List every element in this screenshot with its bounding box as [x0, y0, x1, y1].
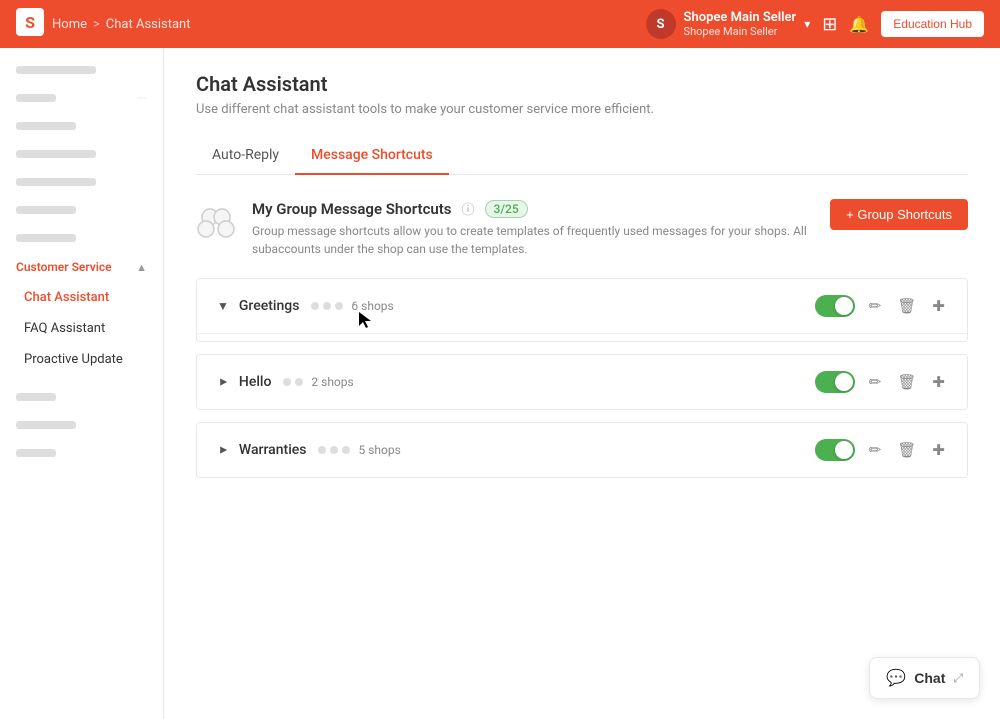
sidebar-item-faq-assistant[interactable]: FAQ Assistant [0, 313, 163, 344]
sidebar-item-8[interactable] [0, 383, 163, 411]
hello-actions: ✏ 🗑 ✚ [815, 371, 947, 393]
section-info: My Group Message Shortcuts ⓘ 3/25 Group … [252, 199, 814, 258]
section-title: My Group Message Shortcuts [252, 200, 452, 218]
greetings-actions: ✏ 🗑 ✚ [815, 295, 947, 317]
warranties-name: Warranties [239, 442, 307, 458]
warranties-dots [318, 446, 350, 454]
greetings-edit-icon[interactable]: ✏ [867, 295, 884, 317]
breadcrumb-current: Chat Assistant [106, 17, 191, 32]
shortcut-group-greetings: ▼ Greetings 6 shops [196, 278, 968, 342]
breadcrumb-home[interactable]: Home [52, 17, 87, 32]
sidebar-item-2[interactable] [0, 84, 163, 112]
breadcrumb-separator: > [93, 17, 100, 32]
warranties-add-icon[interactable]: ✚ [930, 439, 947, 461]
seller-info[interactable]: S Shopee Main Seller Shopee Main Seller … [646, 9, 811, 39]
hello-delete-icon[interactable]: 🗑 [895, 371, 918, 393]
sidebar-item-proactive-update[interactable]: Proactive Update [0, 344, 163, 375]
shortcut-group-warranties: ▼ Warranties 5 shops [196, 422, 968, 478]
main-layout: Customer Service ▲ Chat Assistant FAQ As… [0, 0, 1000, 719]
seller-chevron-icon: ▾ [804, 17, 810, 31]
greetings-toggle[interactable] [815, 295, 855, 317]
shortcut-group-greetings-header[interactable]: ▼ Greetings 6 shops [197, 279, 967, 333]
hello-toggle[interactable] [815, 371, 855, 393]
hello-edit-icon[interactable]: ✏ [867, 371, 884, 393]
hello-chevron-icon: ▼ [216, 376, 230, 388]
warranties-delete-icon[interactable]: 🗑 [895, 439, 918, 461]
info-icon: ⓘ [462, 199, 475, 218]
tab-auto-reply[interactable]: Auto-Reply [196, 137, 295, 175]
section-title-row: My Group Message Shortcuts ⓘ 3/25 [252, 199, 814, 218]
hello-dots [283, 378, 303, 386]
page-description: Use different chat assistant tools to ma… [196, 102, 968, 117]
shortcut-groups-list: ▼ Greetings 6 shops [196, 278, 968, 478]
sidebar-item-10[interactable] [0, 439, 163, 467]
sidebar-item-5[interactable] [0, 168, 163, 196]
content-area: Chat Assistant Use different chat assist… [164, 48, 1000, 719]
sidebar: Customer Service ▲ Chat Assistant FAQ As… [0, 48, 164, 719]
greetings-add-icon[interactable]: ✚ [930, 295, 947, 317]
chat-button-container: 💬 Chat ⤢ [869, 657, 980, 699]
section-header: My Group Message Shortcuts ⓘ 3/25 Group … [196, 199, 968, 258]
greetings-dots [311, 302, 343, 310]
page-title: Chat Assistant [196, 72, 968, 96]
warranties-actions: ✏ 🗑 ✚ [815, 439, 947, 461]
shortcut-group-hello-header[interactable]: ▼ Hello 2 shops ✏ � [197, 355, 967, 409]
greetings-chevron-icon: ▼ [217, 299, 229, 313]
warranties-toggle[interactable] [815, 439, 855, 461]
top-navigation: S Home > Chat Assistant S Shopee Main Se… [0, 0, 1000, 48]
hello-shops: 2 shops [311, 375, 353, 389]
hello-name: Hello [239, 374, 272, 390]
chat-button[interactable]: 💬 Chat ⤢ [869, 657, 980, 699]
sidebar-item-1[interactable] [0, 56, 163, 84]
greetings-shops: 6 shops [351, 299, 393, 313]
sidebar-item-4[interactable] [0, 140, 163, 168]
greetings-name: Greetings [239, 298, 300, 314]
hello-add-icon[interactable]: ✚ [930, 371, 947, 393]
add-group-shortcuts-button[interactable]: + Group Shortcuts [830, 199, 968, 230]
tab-bar: Auto-Reply Message Shortcuts [196, 137, 968, 175]
sidebar-item-6[interactable] [0, 196, 163, 224]
section-description: Group message shortcuts allow you to cre… [252, 222, 814, 258]
sidebar-item-9[interactable] [0, 411, 163, 439]
section-badge: 3/25 [485, 200, 528, 218]
warranties-chevron-icon: ▼ [216, 444, 230, 456]
group-shortcuts-icon [196, 203, 236, 243]
breadcrumb: Home > Chat Assistant [52, 17, 191, 32]
sidebar-item-3[interactable] [0, 112, 163, 140]
tab-message-shortcuts[interactable]: Message Shortcuts [295, 137, 449, 175]
sidebar-item-7[interactable] [0, 224, 163, 252]
bell-icon[interactable]: 🔔 [849, 15, 869, 34]
sidebar-item-chat-assistant[interactable]: Chat Assistant [0, 282, 163, 313]
svg-text:S: S [25, 13, 35, 32]
seller-name: Shopee Main Seller [684, 10, 797, 25]
customer-service-section[interactable]: Customer Service ▲ [0, 252, 163, 282]
main-content: Chat Assistant Use different chat assist… [164, 48, 1000, 719]
shortcut-group-hello: ▼ Hello 2 shops ✏ � [196, 354, 968, 410]
customer-service-label: Customer Service [16, 260, 112, 274]
shortcut-group-warranties-header[interactable]: ▼ Warranties 5 shops [197, 423, 967, 477]
chat-message-icon: 💬 [886, 668, 906, 688]
greetings-delete-icon[interactable]: 🗑 [895, 295, 918, 317]
education-hub-button[interactable]: Education Hub [881, 11, 984, 37]
grid-icon[interactable]: ⊞ [822, 14, 837, 35]
seller-sub: Shopee Main Seller [684, 25, 797, 38]
seller-details: Shopee Main Seller Shopee Main Seller [684, 10, 797, 38]
topnav-right: S Shopee Main Seller Shopee Main Seller … [646, 9, 984, 39]
chat-button-label: Chat [914, 670, 945, 686]
greetings-expanded-area [197, 333, 967, 341]
shopee-logo: S [16, 8, 44, 41]
warranties-shops: 5 shops [358, 443, 400, 457]
section-chevron-icon: ▲ [136, 261, 147, 274]
chat-expand-icon: ⤢ [953, 671, 963, 686]
warranties-edit-icon[interactable]: ✏ [867, 439, 884, 461]
seller-avatar: S [646, 9, 676, 39]
